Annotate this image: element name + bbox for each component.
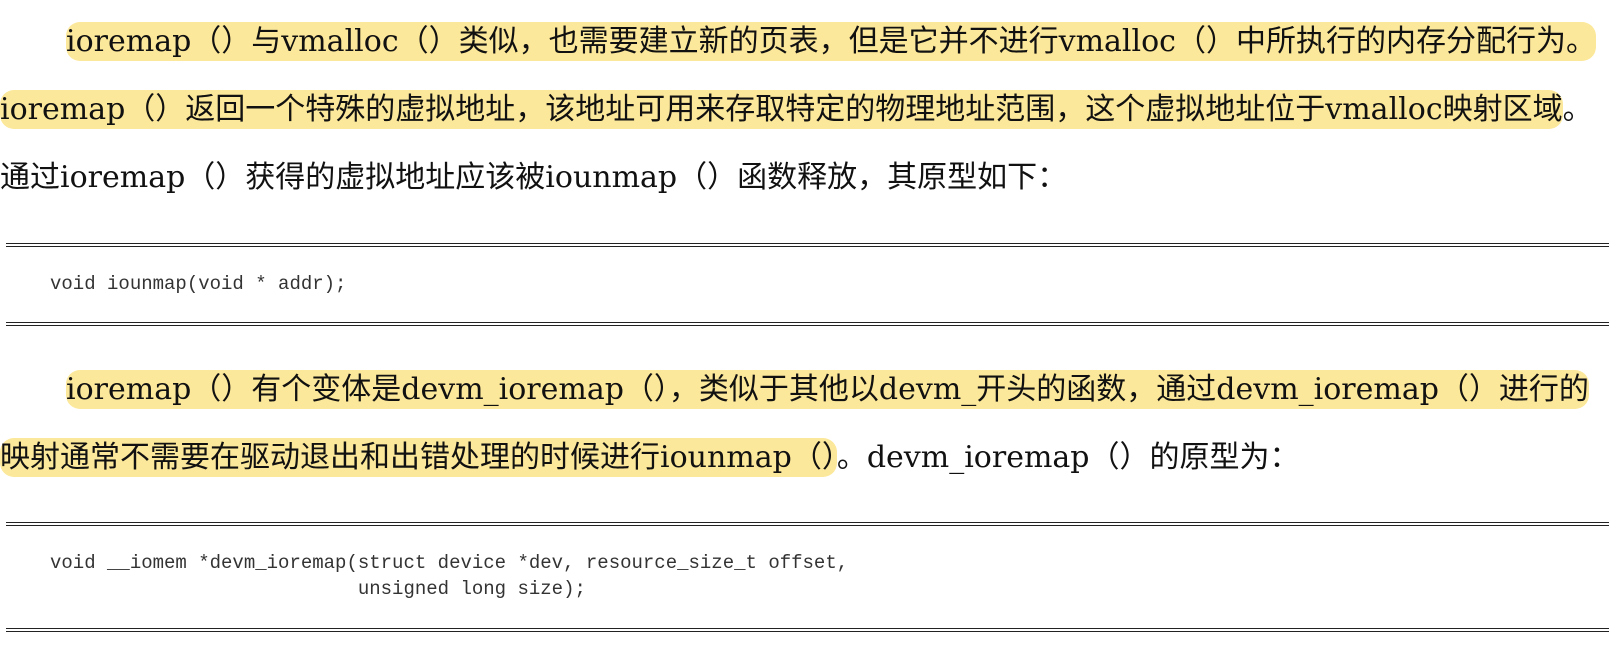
code-line-2: unsigned long size); [50, 578, 586, 600]
paragraph-ioremap-intro: ioremap（）与vmalloc（）类似，也需要建立新的页表，但是它并不进行v… [0, 8, 1615, 212]
code-block-iounmap: void iounmap(void * addr); [6, 243, 1609, 326]
highlighted-text: ioremap（）与vmalloc（）类似，也需要建立新的页表，但是它并不进行v… [0, 22, 1596, 129]
code-lines: void __iomem *devm_ioremap(struct device… [50, 550, 848, 602]
code-block-devm-ioremap: void __iomem *devm_ioremap(struct device… [6, 522, 1609, 632]
code-line: void iounmap(void * addr); [50, 273, 347, 295]
paragraph-devm-ioremap: ioremap（）有个变体是devm_ioremap（），类似于其他以devm_… [0, 356, 1615, 492]
highlighted-text: ioremap（）有个变体是devm_ioremap（），类似于其他以devm_… [0, 370, 1589, 477]
code-line-1: void __iomem *devm_ioremap(struct device… [50, 552, 849, 574]
paragraph-text: 。devm_ioremap（）的原型为： [836, 440, 1300, 475]
